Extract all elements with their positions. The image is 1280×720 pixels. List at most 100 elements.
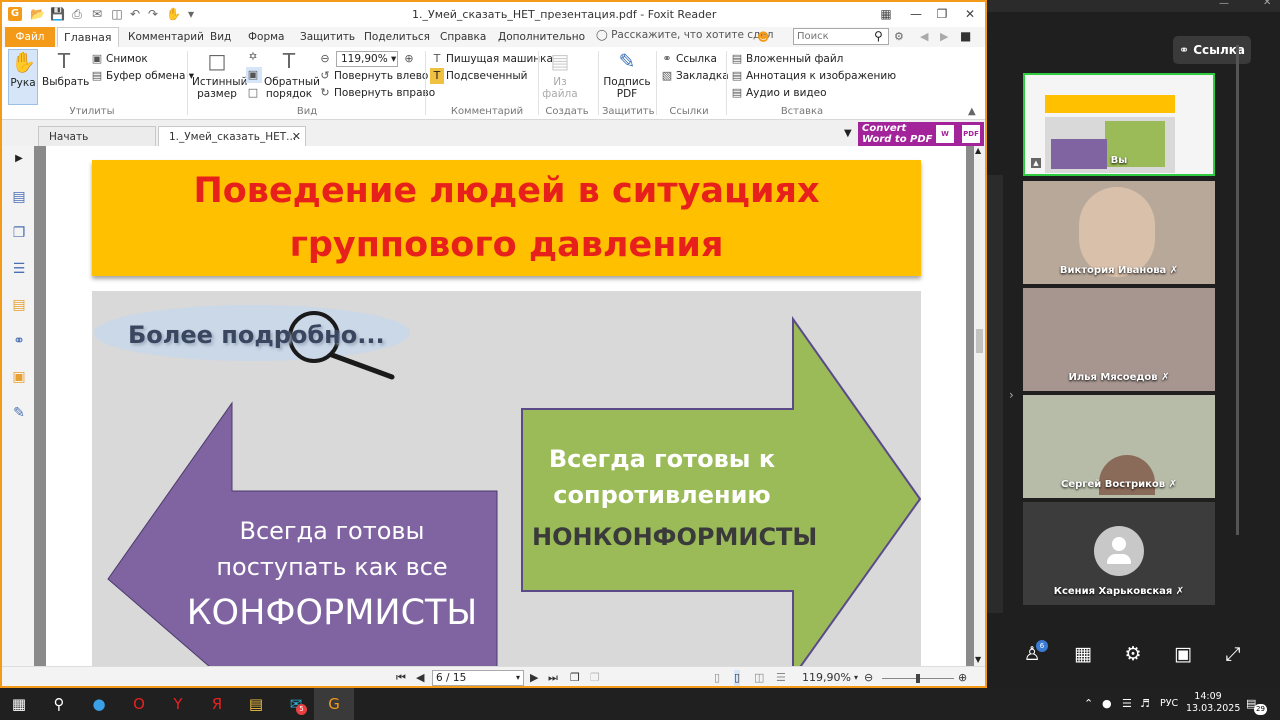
clipboard-button[interactable]: ▤ Буфер обмена ▾ (90, 68, 194, 84)
zoom-level[interactable]: 119,90% (802, 670, 851, 686)
self-tile[interactable]: Вы ▲ (1023, 73, 1215, 176)
lock-icon[interactable]: ▣ (10, 368, 28, 386)
grid-view-icon[interactable]: ▦ (1071, 642, 1095, 666)
tab-extras[interactable]: Дополнительно (492, 27, 591, 47)
zoom-in-status-icon[interactable]: ⊕ (958, 670, 967, 686)
page-number-input[interactable]: 6 / 15 ▾ (432, 670, 524, 686)
zoom-dropdown-icon[interactable]: ▾ (854, 670, 858, 686)
save-icon[interactable]: 💾 (50, 7, 65, 21)
actual-size-button[interactable]: □ Истинный размер (192, 49, 247, 100)
layout-icon[interactable]: ▦ (876, 6, 896, 22)
microphone-icon[interactable]: ● (1102, 697, 1112, 710)
tab-protect[interactable]: Защитить (294, 27, 361, 47)
more-details-link[interactable]: Более подробно... (128, 321, 385, 349)
audio-video-button[interactable]: ▤ Аудио и видео (730, 85, 827, 101)
search-taskbar-icon[interactable]: ⚲ (48, 693, 70, 715)
tab-list-dropdown-icon[interactable]: ▼ (844, 128, 852, 139)
reverse-order-button[interactable]: T Обратный порядок (264, 49, 320, 100)
link-button[interactable]: ⚭ Ссылка (660, 51, 717, 67)
participants-scrollbar[interactable] (1236, 45, 1239, 535)
conf-minimize-icon[interactable]: — (1219, 0, 1229, 9)
snapshot-button[interactable]: ▣ Снимок (90, 51, 148, 67)
single-page-icon[interactable]: ▯ (714, 670, 720, 686)
tab-view[interactable]: Вид (204, 27, 237, 47)
opera-browser-icon[interactable]: O (128, 693, 150, 715)
open-icon[interactable]: 📂 (30, 7, 45, 21)
participant-tile[interactable]: Ксения Харьковская ✗ (1023, 502, 1215, 605)
forward-icon[interactable]: ▶ (940, 30, 948, 43)
participant-tile[interactable]: Илья Мясоедов ✗ (1023, 288, 1215, 391)
attachment-icon[interactable]: ⚭ (10, 332, 28, 350)
highlight-button[interactable]: T Подсвеченный (430, 68, 528, 84)
zoom-out-status-icon[interactable]: ⊖ (864, 670, 873, 686)
zoom-slider-thumb[interactable] (916, 674, 920, 683)
facing-icon[interactable]: ◫ (754, 670, 764, 686)
tab-home[interactable]: Главная (57, 27, 119, 47)
fit-visible-icon[interactable]: □ (246, 85, 262, 101)
continuous-icon[interactable]: ▯ (734, 670, 741, 686)
document-viewport[interactable]: Поведение людей в ситуациях группового д… (34, 146, 974, 666)
expand-arrow-icon[interactable]: › (1009, 388, 1014, 402)
expand-panel-icon[interactable]: ▶ (10, 150, 28, 168)
first-page-icon[interactable]: ⏮ (396, 670, 406, 686)
hand-tool-button[interactable]: ✋ Рука (8, 49, 38, 105)
volume-icon[interactable]: ♬ (1140, 697, 1150, 710)
conf-close-icon[interactable]: ✕ (1263, 0, 1271, 8)
copy-icon[interactable]: ❐ (10, 224, 28, 242)
prev-page-icon[interactable]: ◀ (416, 670, 424, 686)
tab-comment[interactable]: Комментарий (122, 27, 210, 47)
previous-view-icon[interactable]: ❐ (570, 670, 580, 686)
fullscreen-icon[interactable]: ⤢ (1221, 642, 1245, 666)
from-file-button[interactable]: ▤ Из файла (542, 49, 578, 100)
fit-width-icon[interactable]: ▣ (246, 67, 262, 83)
share-link-button[interactable]: ⚭ Ссылка (1173, 36, 1251, 64)
foxit-taskbar-icon[interactable]: G (323, 693, 345, 715)
convert-word-to-pdf-ad[interactable]: Convert Word to PDF W PDF (858, 122, 984, 146)
redo-icon[interactable]: ↷ (146, 7, 160, 21)
tab-share[interactable]: Поделиться (358, 27, 436, 47)
zoom-select[interactable]: 119,90% ▾ (336, 51, 398, 67)
zoom-out-icon[interactable]: ⊖ (318, 51, 334, 67)
signature-icon[interactable]: ✎ (10, 404, 28, 422)
feedback-icon[interactable]: ☻ (757, 30, 770, 44)
rotate-right-button[interactable]: ↻ Повернуть вправо (318, 85, 435, 101)
hand-menu-icon[interactable]: ✋ (166, 7, 181, 21)
tray-overflow-icon[interactable]: ⌃ (1084, 697, 1093, 710)
fit-page-icon[interactable]: ✡ (246, 49, 262, 65)
email-icon[interactable]: ✉ (90, 7, 104, 21)
print-icon[interactable]: ⎙ (70, 7, 84, 21)
bookmark-button[interactable]: ▧ Закладка (660, 68, 729, 84)
layout-toggle-icon[interactable]: ▣ (1171, 642, 1195, 666)
close-tab-icon[interactable]: ✕ (292, 127, 301, 147)
scan-icon[interactable]: ◫ (110, 7, 124, 21)
pages-icon[interactable]: ▤ (10, 188, 28, 206)
minimize-icon[interactable]: — (906, 6, 926, 22)
tab-document[interactable]: 1._Умей_сказать_НЕТ... ✕ (158, 126, 306, 146)
user-icon[interactable]: ■ (960, 29, 971, 43)
back-icon[interactable]: ◀ (920, 30, 928, 43)
network-icon[interactable]: ☰ (1122, 697, 1132, 710)
attached-file-button[interactable]: ▤ Вложенный файл (730, 51, 844, 67)
foxit-app-icon[interactable]: G (8, 7, 22, 21)
tell-me-box[interactable]: ◯ Расскажите, что хотите сдел (596, 29, 774, 41)
participant-tile[interactable]: Сергей Востриков ✗ (1023, 395, 1215, 498)
tab-help[interactable]: Справка (434, 27, 492, 47)
collapse-ribbon-icon[interactable]: ▲ (968, 106, 976, 117)
tab-form[interactable]: Форма (242, 27, 290, 47)
edge-browser-icon[interactable]: ● (88, 693, 110, 715)
zoom-in-icon[interactable]: ⊕ (402, 51, 418, 67)
undo-icon[interactable]: ↶ (128, 7, 142, 21)
yandex-icon[interactable]: Я (206, 693, 228, 715)
language-indicator[interactable]: РУС (1160, 698, 1178, 709)
clock[interactable]: 14:09 13.03.2025 (1186, 691, 1240, 715)
scroll-up-icon[interactable]: ▲ (975, 146, 981, 155)
sign-pdf-button[interactable]: ✎ Подпись PDF (602, 49, 652, 100)
last-page-icon[interactable]: ⏭ (548, 670, 558, 686)
file-explorer-icon[interactable]: ▤ (245, 693, 267, 715)
customize-dropdown-icon[interactable]: ▾ (184, 7, 198, 21)
tab-file[interactable]: Файл (5, 27, 55, 47)
select-tool-button[interactable]: T Выбрать (42, 49, 89, 88)
close-icon[interactable]: ✕ (960, 6, 980, 22)
settings-icon[interactable]: ⚙ (894, 30, 904, 43)
vertical-scrollbar[interactable]: ▲ ▼ (974, 146, 985, 666)
